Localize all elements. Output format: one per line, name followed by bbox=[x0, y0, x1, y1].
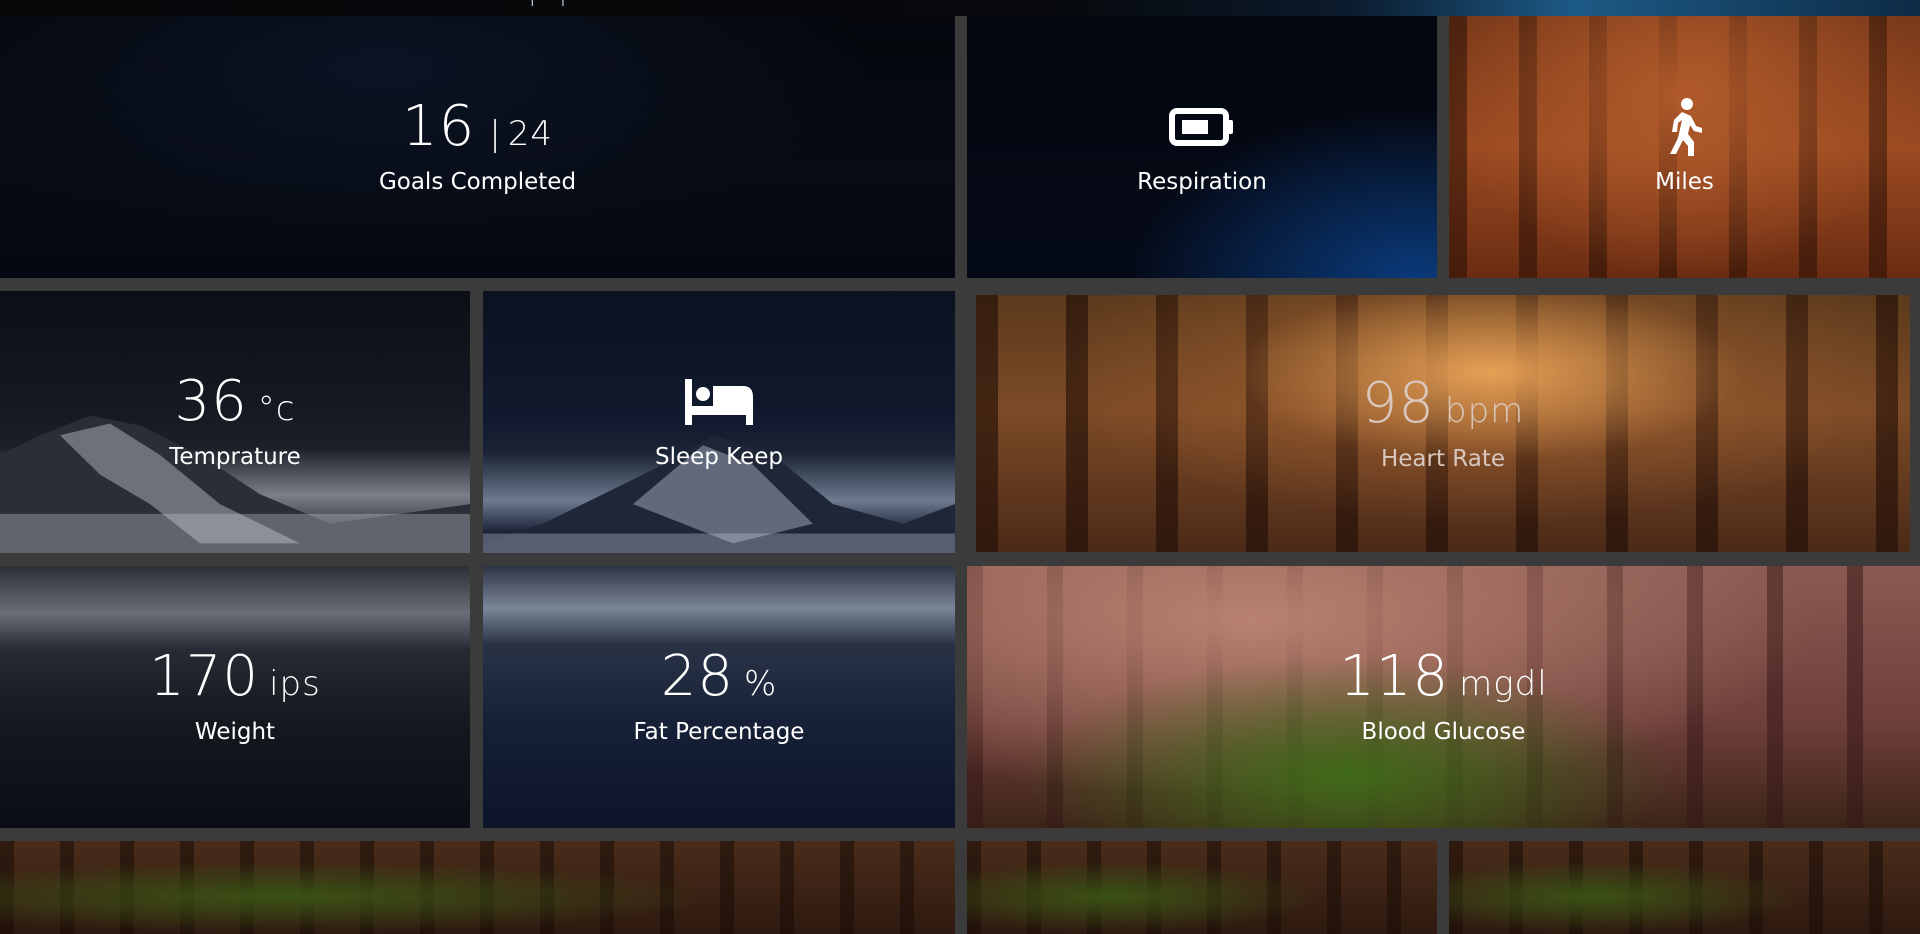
tile-miles[interactable]: Miles bbox=[1449, 16, 1920, 278]
blood-glucose-value: 118 bbox=[1339, 644, 1450, 709]
blood-glucose-label: Blood Glucose bbox=[1361, 719, 1526, 745]
weight-label: Weight bbox=[194, 719, 276, 745]
tile-temperature[interactable]: 36 °c Temprature bbox=[0, 291, 470, 553]
fat-percentage-label: Fat Percentage bbox=[633, 719, 805, 745]
temperature-unit: °c bbox=[257, 389, 296, 429]
fat-percentage-value: 28 bbox=[660, 644, 734, 709]
temperature-label: Temprature bbox=[169, 444, 301, 470]
tile-bottom-left[interactable] bbox=[0, 841, 955, 934]
goals-completed-label: Goals Completed bbox=[378, 169, 577, 195]
tile-goals-completed[interactable]: 16 | 24 Goals Completed bbox=[0, 16, 955, 278]
tile-fat-percentage[interactable]: 28% Fat Percentage bbox=[483, 566, 955, 828]
sleep-keep-label: Sleep Keep bbox=[654, 444, 784, 470]
tile-sleep-keep[interactable]: Sleep Keep bbox=[483, 291, 955, 553]
tile-weight[interactable]: 170 ips Weight bbox=[0, 566, 470, 828]
walking-person-icon bbox=[1662, 98, 1706, 156]
battery-icon bbox=[1169, 99, 1235, 155]
top-strip-text: · | · · | · bbox=[520, 0, 576, 6]
heart-rate-value: 98 bbox=[1361, 370, 1435, 436]
temperature-value: 36 bbox=[174, 369, 248, 434]
weight-value: 170 bbox=[149, 644, 260, 709]
tile-respiration[interactable]: Respiration bbox=[967, 16, 1437, 278]
tile-bottom-right[interactable] bbox=[1449, 841, 1920, 934]
goals-completed-value: 16 bbox=[402, 94, 476, 159]
tile-bottom-middle[interactable] bbox=[967, 841, 1437, 934]
respiration-label: Respiration bbox=[1137, 169, 1267, 195]
weight-unit: ips bbox=[269, 664, 321, 704]
miles-label: Miles bbox=[1655, 169, 1714, 195]
blood-glucose-unit: mgdl bbox=[1459, 664, 1548, 704]
bed-icon bbox=[683, 374, 755, 430]
fat-percentage-unit: % bbox=[743, 664, 778, 704]
goals-total-value: 24 bbox=[507, 114, 553, 154]
tile-blood-glucose[interactable]: 118 mgdl Blood Glucose bbox=[967, 566, 1920, 828]
heart-rate-unit: bpm bbox=[1444, 390, 1525, 431]
goals-separator: | bbox=[489, 114, 502, 154]
tile-heart-rate[interactable]: 98 bpm Heart Rate bbox=[976, 295, 1910, 552]
dashboard: · | · · | · 16 |24 Goals Completed bbox=[0, 0, 1920, 934]
heart-rate-label: Heart Rate bbox=[1380, 445, 1506, 472]
top-banner-strip: · | · · | · bbox=[0, 0, 1920, 16]
